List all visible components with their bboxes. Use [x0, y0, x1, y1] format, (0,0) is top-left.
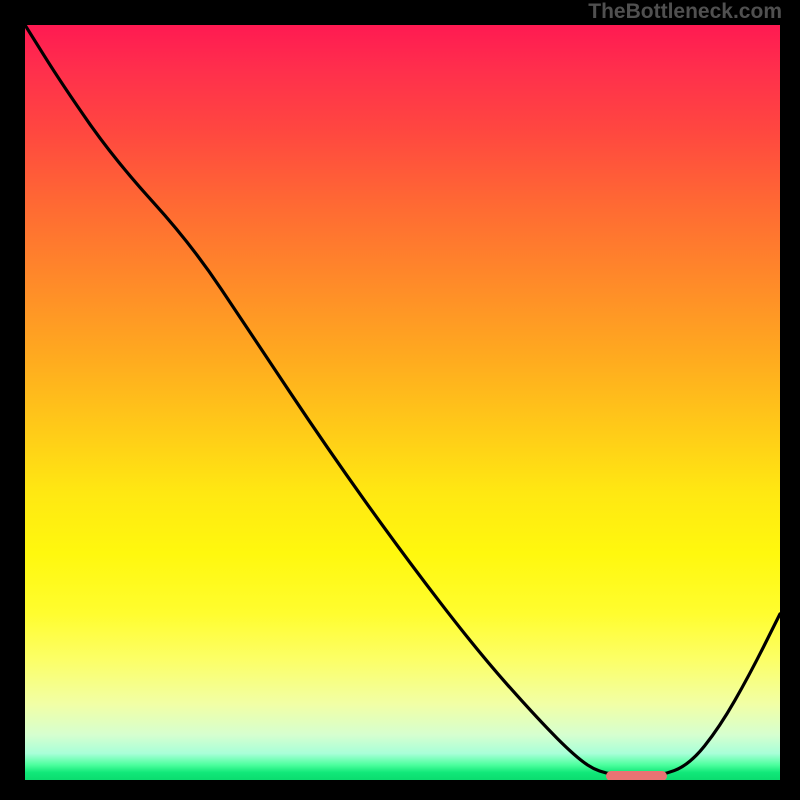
bottleneck-curve: [25, 25, 780, 776]
optimum-marker: [606, 771, 666, 780]
plot-area: [25, 25, 780, 780]
watermark-text: TheBottleneck.com: [588, 0, 782, 24]
chart-frame: [25, 25, 780, 780]
curve-layer: [25, 25, 780, 780]
